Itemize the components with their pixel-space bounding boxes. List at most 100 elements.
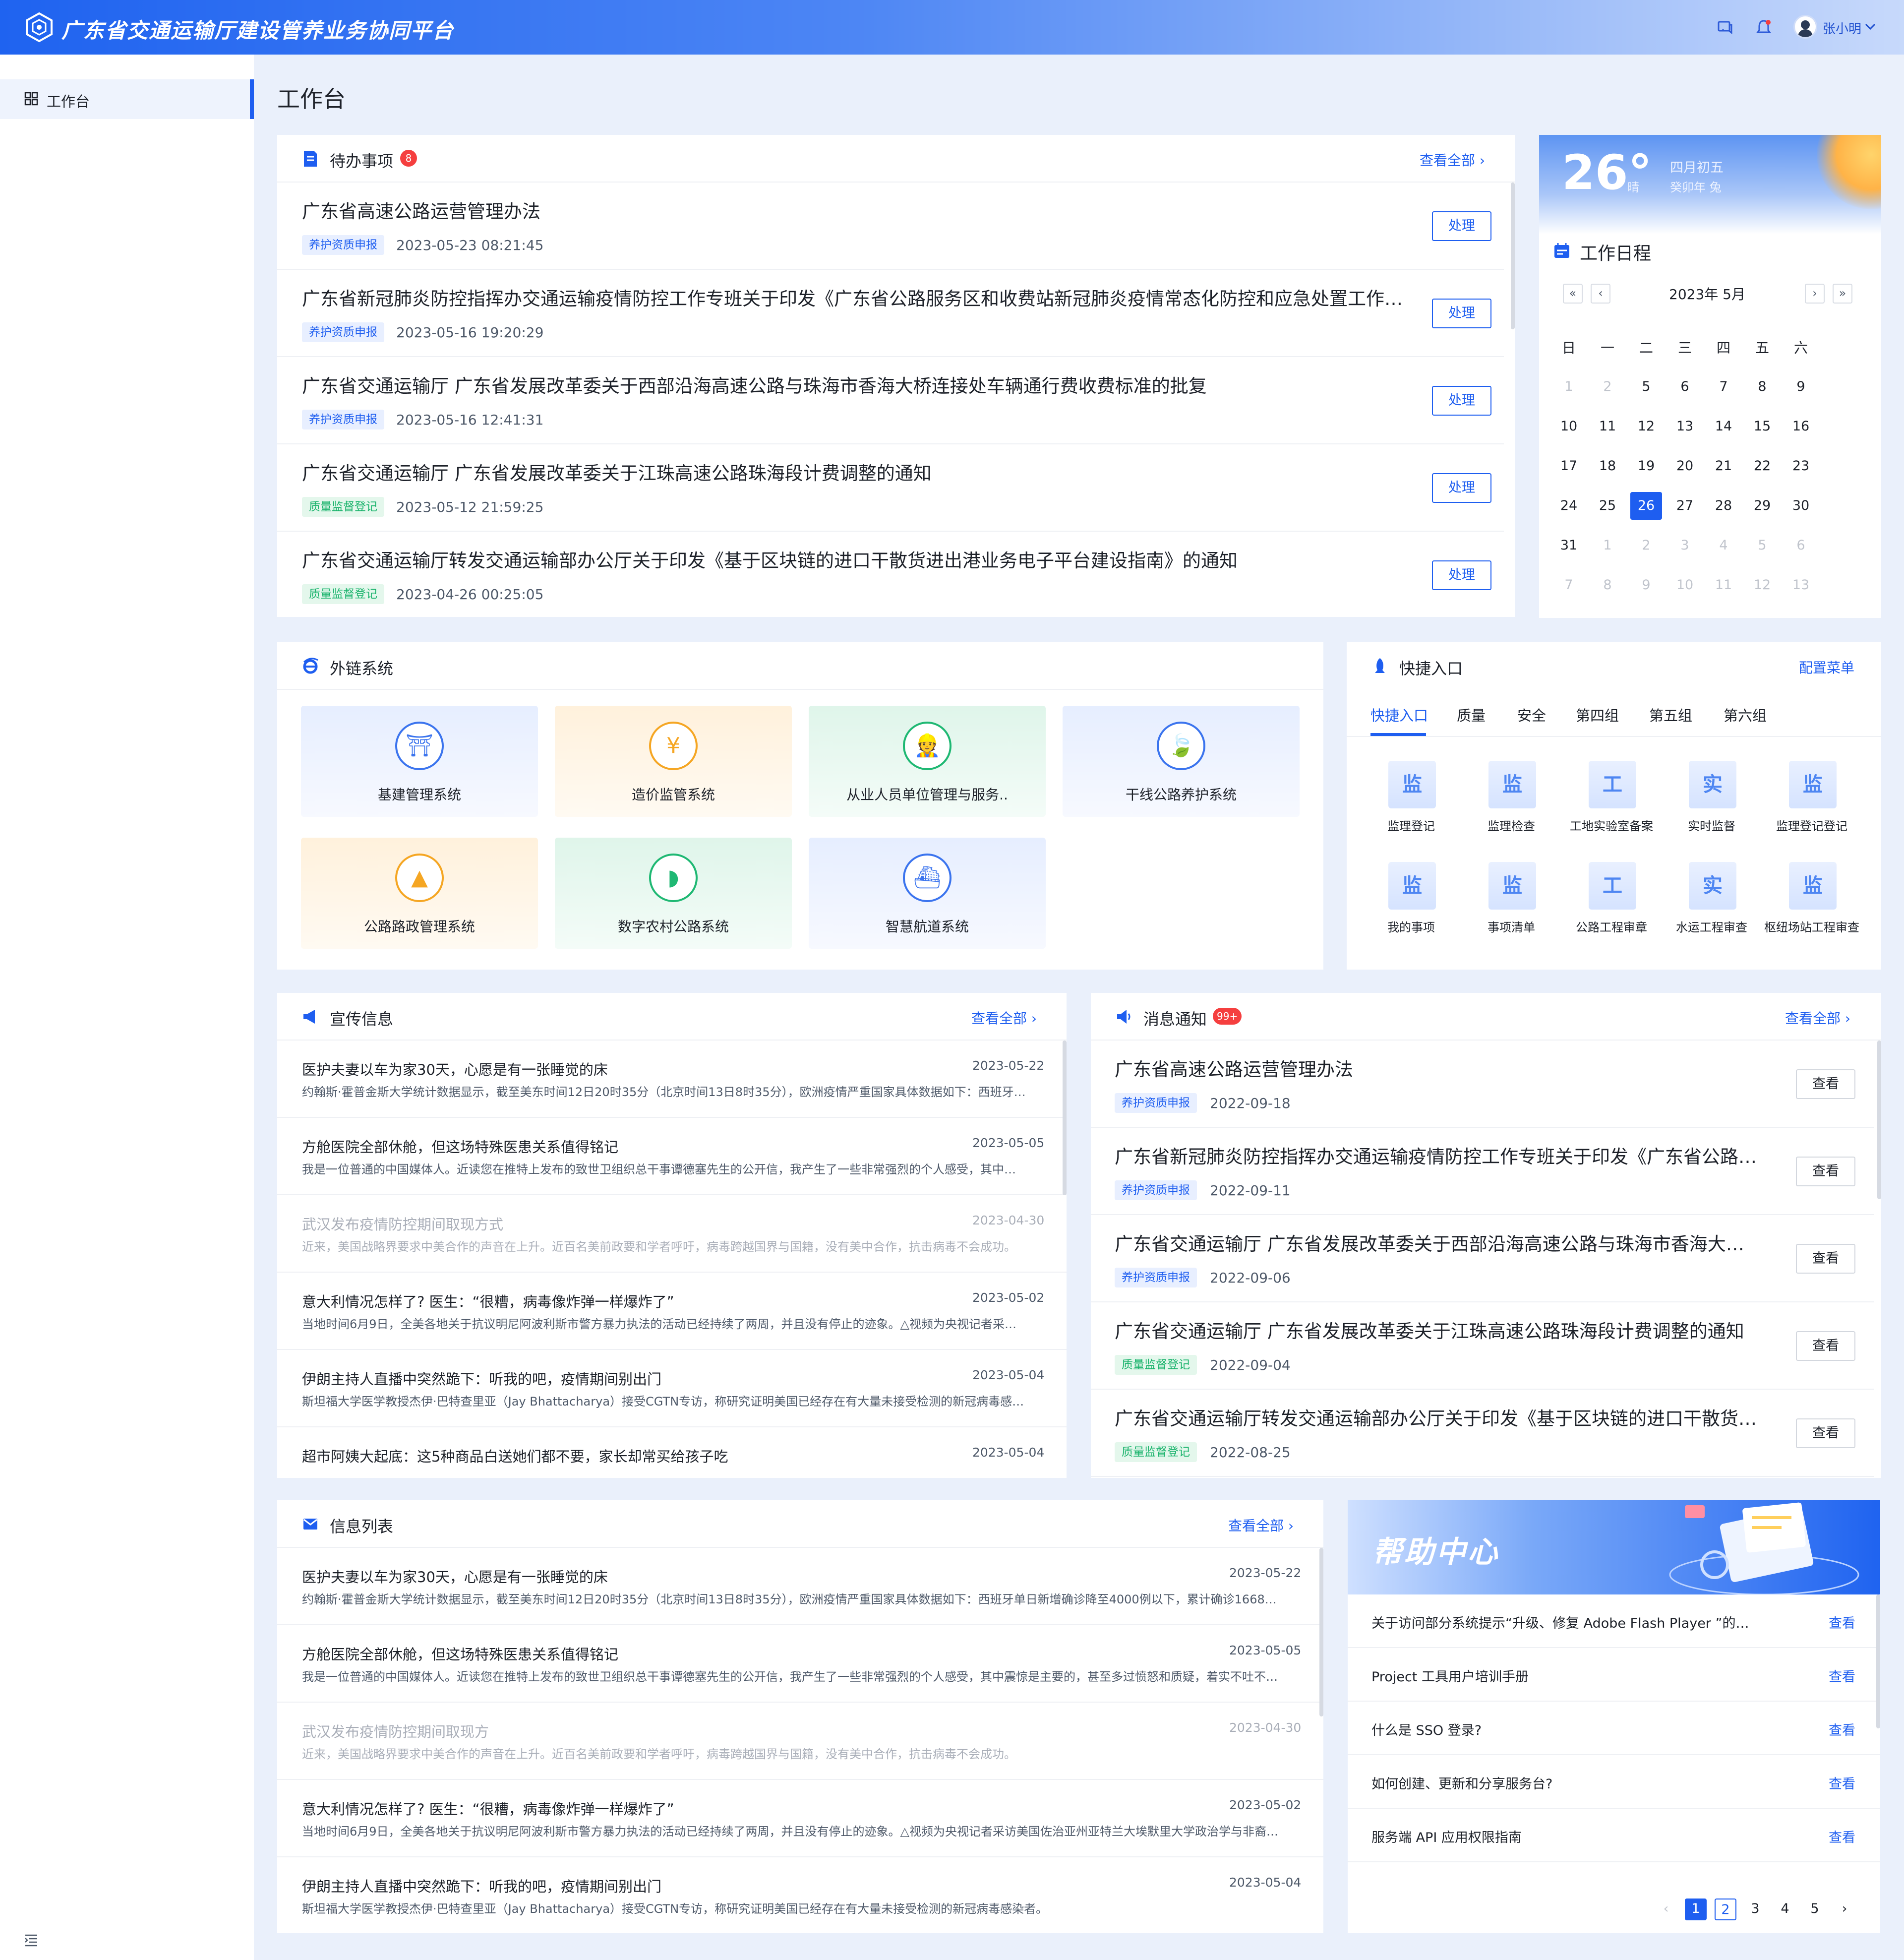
notification-bell-icon[interactable] [1755, 19, 1772, 36]
calendar-day[interactable]: 19 [1630, 452, 1662, 480]
calendar-day[interactable]: 18 [1592, 452, 1623, 480]
news-item[interactable]: 意大利情况怎样了? 医生：“很糟，病毒像炸弹一样爆炸了” 2023-05-02 当地… [277, 1273, 1067, 1350]
process-button[interactable]: 处理 [1432, 473, 1491, 503]
pagination-page[interactable]: 2 [1715, 1899, 1736, 1920]
message-title[interactable]: 广东省交通运输厅转发交通运输部办公厅关于印发《基于区块链的进口干散货进出港业务电… [1115, 1404, 1759, 1430]
prev-year-button[interactable]: « [1563, 284, 1583, 304]
calendar-day[interactable]: 26 [1630, 492, 1662, 520]
user-name[interactable]: 张小明 [1823, 19, 1861, 37]
pagination-page[interactable]: 5 [1804, 1899, 1826, 1920]
quick-tab[interactable]: 质量 [1457, 704, 1486, 725]
prev-month-button[interactable]: ‹ [1591, 284, 1610, 304]
calendar-day[interactable]: 17 [1553, 452, 1585, 480]
info-scrollbar[interactable] [1319, 1548, 1323, 1716]
calendar-day[interactable]: 9 [1785, 373, 1817, 401]
calendar-day[interactable]: 7 [1708, 373, 1739, 401]
process-button[interactable]: 处理 [1432, 560, 1491, 590]
collapse-menu-icon[interactable] [24, 1933, 39, 1947]
chevron-down-icon[interactable] [1864, 22, 1876, 32]
calendar-day[interactable]: 9 [1630, 571, 1662, 599]
news-item[interactable]: 武汉发布疫情防控期间取现方 2023-04-30 近来，美国战略界要求中美合作的声音… [277, 1703, 1323, 1780]
calendar-day[interactable]: 13 [1785, 571, 1817, 599]
quick-entry-item[interactable]: 监事项清单 [1462, 862, 1561, 941]
pagination-prev[interactable]: ‹ [1655, 1899, 1677, 1920]
news-item[interactable]: 伊朗主持人直播中突然跪下：听我的吧，疫情期间别出门 2023-05-04 斯坦福大学… [277, 1857, 1323, 1933]
view-button[interactable]: 查看 [1796, 1244, 1855, 1274]
external-system-tile[interactable]: ▲ 公路路政管理系统 [301, 838, 538, 949]
quick-entry-item[interactable]: 监监理检查 [1462, 761, 1561, 840]
config-menu-link[interactable]: 配置菜单 [1799, 657, 1854, 677]
calendar-day[interactable]: 7 [1553, 571, 1585, 599]
calendar-day[interactable]: 21 [1708, 452, 1739, 480]
message-title[interactable]: 广东省高速公路运营管理办法 [1115, 1054, 1759, 1081]
todo-item-title[interactable]: 广东省交通运输厅 广东省发展改革委关于江珠高速公路珠海段计费调整的通知 [302, 458, 1413, 485]
message-title[interactable]: 广东省交通运输厅 广东省发展改革委关于西部沿海高速公路与珠海市香海大桥连接处车辆… [1115, 1229, 1759, 1256]
process-button[interactable]: 处理 [1432, 211, 1491, 241]
external-system-tile[interactable]: ¥ 造价监管系统 [555, 706, 792, 817]
calendar-day[interactable]: 20 [1669, 452, 1701, 480]
help-view-link[interactable]: 查看 [1829, 1773, 1855, 1792]
quick-tab[interactable]: 第六组 [1724, 704, 1767, 725]
calendar-day[interactable]: 15 [1746, 413, 1778, 440]
next-year-button[interactable]: » [1833, 284, 1852, 304]
calendar-day[interactable]: 22 [1746, 452, 1778, 480]
calendar-day[interactable]: 30 [1785, 492, 1817, 520]
news-item[interactable]: 方舱医院全部休舱，但这场特殊医患关系值得铭记 2023-05-05 我是一位普通的中… [277, 1625, 1323, 1703]
calendar-day[interactable]: 10 [1553, 413, 1585, 440]
quick-entry-item[interactable]: 工工地实验室备案 [1562, 761, 1661, 840]
quick-tab[interactable]: 第五组 [1649, 704, 1692, 725]
help-item-title[interactable]: 如何创建、更新和分享服务台? [1371, 1773, 1758, 1792]
process-button[interactable]: 处理 [1432, 299, 1491, 328]
view-button[interactable]: 查看 [1796, 1069, 1855, 1099]
pagination-next[interactable]: › [1834, 1899, 1855, 1920]
sidebar-item-workbench[interactable]: 工作台 [0, 79, 254, 119]
quick-entry-item[interactable]: 监我的事项 [1362, 862, 1461, 941]
view-button[interactable]: 查看 [1796, 1418, 1855, 1448]
next-month-button[interactable]: › [1805, 284, 1825, 304]
help-view-link[interactable]: 查看 [1829, 1612, 1855, 1632]
calendar-day[interactable]: 5 [1630, 373, 1662, 401]
news-item[interactable]: 意大利情况怎样了? 医生：“很糟，病毒像炸弹一样爆炸了” 2023-05-02 当地… [277, 1780, 1323, 1857]
quick-entry-item[interactable]: 实水运工程审查 [1662, 862, 1761, 941]
todo-view-all-link[interactable]: 查看全部 › [1420, 150, 1485, 170]
help-view-link[interactable]: 查看 [1829, 1719, 1855, 1739]
help-view-link[interactable]: 查看 [1829, 1666, 1855, 1685]
help-item-title[interactable]: Project 工具用户培训手册 [1371, 1666, 1758, 1685]
help-view-link[interactable]: 查看 [1829, 1827, 1855, 1846]
quick-entry-item[interactable]: 工公路工程审章 [1562, 862, 1661, 941]
news-item[interactable]: 医护夫妻以车为家30天，心愿是有一张睡觉的床 2023-05-22 约翰斯·霍普金斯… [277, 1548, 1323, 1625]
todo-item-title[interactable]: 广东省交通运输厅 广东省发展改革委关于西部沿海高速公路与珠海市香海大桥连接处车辆… [302, 371, 1413, 398]
quick-entry-item[interactable]: 监枢纽场站工程审查 [1762, 862, 1861, 941]
todo-item-title[interactable]: 广东省交通运输厅转发交通运输部办公厅关于印发《基于区块链的进口干散货进出港业务电… [302, 546, 1413, 572]
promo-scrollbar[interactable] [1063, 1041, 1067, 1195]
messages-view-all-link[interactable]: 查看全部 › [1785, 1008, 1850, 1028]
calendar-day[interactable]: 5 [1746, 532, 1778, 559]
user-avatar[interactable] [1793, 15, 1817, 39]
quick-entry-item[interactable]: 监监理登记登记 [1762, 761, 1861, 840]
todo-scrollbar[interactable] [1511, 183, 1515, 329]
help-item-title[interactable]: 关于访问部分系统提示“升级、修复 Adobe Flash Player ”的解决… [1371, 1612, 1758, 1632]
calendar-day[interactable]: 8 [1592, 571, 1623, 599]
message-title[interactable]: 广东省新冠肺炎防控指挥办交通运输疫情防控工作专班关于印发《广东省公路服务区和收费… [1115, 1142, 1759, 1168]
calendar-day[interactable]: 6 [1669, 373, 1701, 401]
calendar-day[interactable]: 1 [1553, 373, 1585, 401]
calendar-day[interactable]: 11 [1708, 571, 1739, 599]
messages-scrollbar[interactable] [1877, 1041, 1881, 1199]
view-button[interactable]: 查看 [1796, 1157, 1855, 1186]
calendar-day[interactable]: 12 [1746, 571, 1778, 599]
external-system-tile[interactable]: 🍃 干线公路养护系统 [1063, 706, 1300, 817]
calendar-day[interactable]: 12 [1630, 413, 1662, 440]
external-system-tile[interactable]: ⛩ 基建管理系统 [301, 706, 538, 817]
external-system-tile[interactable]: ◗ 数字农村公路系统 [555, 838, 792, 949]
quick-tab[interactable]: 第四组 [1576, 704, 1619, 725]
promo-view-all-link[interactable]: 查看全部 › [971, 1008, 1037, 1028]
news-item[interactable]: 伊朗主持人直播中突然跪下：听我的吧，疫情期间别出门 2023-05-04 斯坦福大学… [277, 1350, 1067, 1427]
calendar-day[interactable]: 2 [1592, 373, 1623, 401]
news-item[interactable]: 武汉发布疫情防控期间取现方式 2023-04-30 近来，美国战略界要求中美合作的声… [277, 1195, 1067, 1273]
info-view-all-link[interactable]: 查看全部 › [1228, 1515, 1294, 1535]
message-title[interactable]: 广东省交通运输厅 广东省发展改革委关于江珠高速公路珠海段计费调整的通知 [1115, 1316, 1759, 1343]
external-system-tile[interactable]: ⛴ 智慧航道系统 [809, 838, 1046, 949]
help-scrollbar[interactable] [1876, 1594, 1880, 1728]
calendar-day[interactable]: 4 [1708, 532, 1739, 559]
calendar-day[interactable]: 23 [1785, 452, 1817, 480]
